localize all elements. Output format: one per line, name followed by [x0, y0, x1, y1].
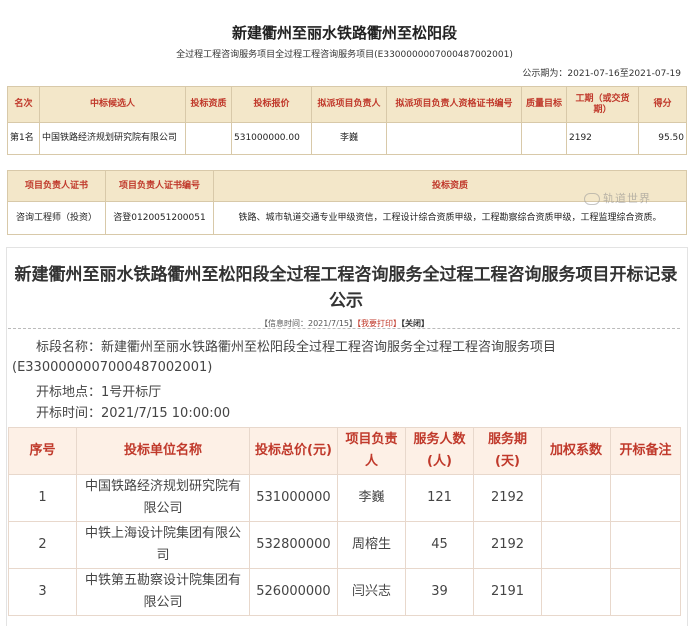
- cell-seq: 1: [8, 474, 77, 522]
- cell-service-period: 2192: [473, 521, 542, 569]
- opening-time: 开标时间：2021/7/15 10:00:00: [36, 406, 231, 421]
- cell-lead: 闫兴志: [337, 568, 406, 616]
- col-score: 得分: [638, 86, 687, 123]
- cell-weight: [541, 568, 611, 616]
- panel-title: 新建衢州至丽水铁路衢州至松阳段全过程工程咨询服务全过程工程咨询服务项目开标记录公…: [14, 265, 678, 311]
- cell-seq: 3: [8, 568, 77, 616]
- col-service-period: 服务期(天): [473, 427, 542, 475]
- cell-bidder: 中国铁路经济规划研究院有限公司: [76, 474, 250, 522]
- table-row: 3 中铁第五勘察设计院集团有限公司 526000000 闫兴志 39 2191: [8, 568, 681, 616]
- col-staff-count: 服务人数(人): [405, 427, 474, 475]
- col-lead: 项目负责人: [337, 427, 406, 475]
- cell-service-period: 2192: [473, 474, 542, 522]
- bid-opening-table: 序号 投标单位名称 投标总价(元) 项目负责人 服务人数(人) 服务期(天) 加…: [8, 427, 681, 616]
- cell-candidate: 中国铁路经济规划研究院有限公司: [39, 122, 186, 155]
- cell-total-price: 531000000: [249, 474, 338, 522]
- col-project-lead: 拟派项目负责人: [311, 86, 387, 123]
- document-title: 新建衢州至丽水铁路衢州至松阳段: [231, 24, 457, 42]
- publicity-period: 公示期为：2021-07-16至2021-07-19: [522, 69, 681, 79]
- cell-project-lead: 李巍: [311, 122, 387, 155]
- cell-weight: [541, 474, 611, 522]
- table-row: 第1名 中国铁路经济规划研究院有限公司 531000000.00 李巍 2192…: [7, 122, 687, 155]
- cell-service-period: 2191: [473, 568, 542, 616]
- col-seq: 序号: [8, 427, 77, 475]
- col-remark: 开标备注: [610, 427, 681, 475]
- cell-lead-cert: 咨询工程师（投资）: [7, 201, 106, 235]
- cell-lead-cert-no: [386, 122, 522, 155]
- cell-bid-price: 531000000.00: [231, 122, 312, 155]
- cell-duration: 2192: [566, 122, 639, 155]
- cell-lead: 周榕生: [337, 521, 406, 569]
- table-row: 1 中国铁路经济规划研究院有限公司 531000000 李巍 121 2192: [8, 474, 681, 522]
- col-candidate: 中标候选人: [39, 86, 186, 123]
- info-time-label: 【信息时间：: [259, 319, 308, 328]
- cell-rank: 第1名: [7, 122, 40, 155]
- bid-opening-table-header: 序号 投标单位名称 投标总价(元) 项目负责人 服务人数(人) 服务期(天) 加…: [8, 427, 681, 475]
- cell-staff-count: 45: [405, 521, 474, 569]
- cell-remark: [610, 521, 681, 569]
- col-quality: 质量目标: [521, 86, 567, 123]
- cell-weight: [541, 521, 611, 569]
- info-time: 2021/7/15: [307, 319, 350, 328]
- watermark-text: 轨道世界: [603, 192, 651, 205]
- opening-location: 开标地点：1号开标厅: [36, 385, 162, 400]
- cell-bidder: 中铁上海设计院集团有限公司: [76, 521, 250, 569]
- cell-bidder: 中铁第五勘察设计院集团有限公司: [76, 568, 250, 616]
- section-name: 标段名称：新建衢州至丽水铁路衢州至松阳段全过程工程咨询服务全过程工程咨询服务项目…: [12, 340, 557, 375]
- col-lead-cert: 项目负责人证书: [7, 170, 106, 202]
- candidate-table-header: 名次 中标候选人 投标资质 投标报价 拟派项目负责人 拟派项目负责人资格证书编号…: [7, 86, 687, 123]
- table-row: 2 中铁上海设计院集团有限公司 532800000 周榕生 45 2192: [8, 521, 681, 569]
- col-lead-cert-number: 项目负责人证书编号: [105, 170, 214, 202]
- close-link[interactable]: 【关闭】: [401, 319, 429, 328]
- cell-bid-qualification: 铁路、城市轨道交通专业甲级资信，工程设计综合资质甲级，工程勘察综合资质甲级，工程…: [213, 201, 687, 235]
- cell-seq: 2: [8, 521, 77, 569]
- col-bid-price: 投标报价: [231, 86, 312, 123]
- print-link[interactable]: 【我要打印】: [357, 319, 401, 328]
- col-weight: 加权系数: [541, 427, 611, 475]
- cell-total-price: 532800000: [249, 521, 338, 569]
- col-total-price: 投标总价(元): [249, 427, 338, 475]
- cell-staff-count: 121: [405, 474, 474, 522]
- cell-lead: 李巍: [337, 474, 406, 522]
- wechat-icon: [584, 193, 600, 205]
- candidate-table: 名次 中标候选人 投标资质 投标报价 拟派项目负责人 拟派项目负责人资格证书编号…: [7, 86, 687, 155]
- cell-remark: [610, 474, 681, 522]
- cell-total-price: 526000000: [249, 568, 338, 616]
- cell-quality: [521, 122, 567, 155]
- col-lead-cert-no: 拟派项目负责人资格证书编号: [386, 86, 522, 123]
- col-bidder: 投标单位名称: [76, 427, 250, 475]
- info-time-close: 】: [349, 319, 358, 328]
- cell-lead-cert-number: 咨登0120051200051: [105, 201, 214, 235]
- watermark: 轨道世界: [584, 190, 651, 206]
- col-duration: 工期（或交货期）: [566, 86, 639, 123]
- cell-staff-count: 39: [405, 568, 474, 616]
- document-subtitle: 全过程工程咨询服务项目全过程工程咨询服务项目(E3300000007000487…: [176, 50, 513, 60]
- cell-qualification: [185, 122, 232, 155]
- col-qualification: 投标资质: [185, 86, 232, 123]
- cell-score: 95.50: [638, 122, 687, 155]
- table-row: 咨询工程师（投资） 咨登0120051200051 铁路、城市轨道交通专业甲级资…: [7, 201, 687, 235]
- divider: [8, 328, 680, 329]
- col-rank: 名次: [7, 86, 40, 123]
- cell-remark: [610, 568, 681, 616]
